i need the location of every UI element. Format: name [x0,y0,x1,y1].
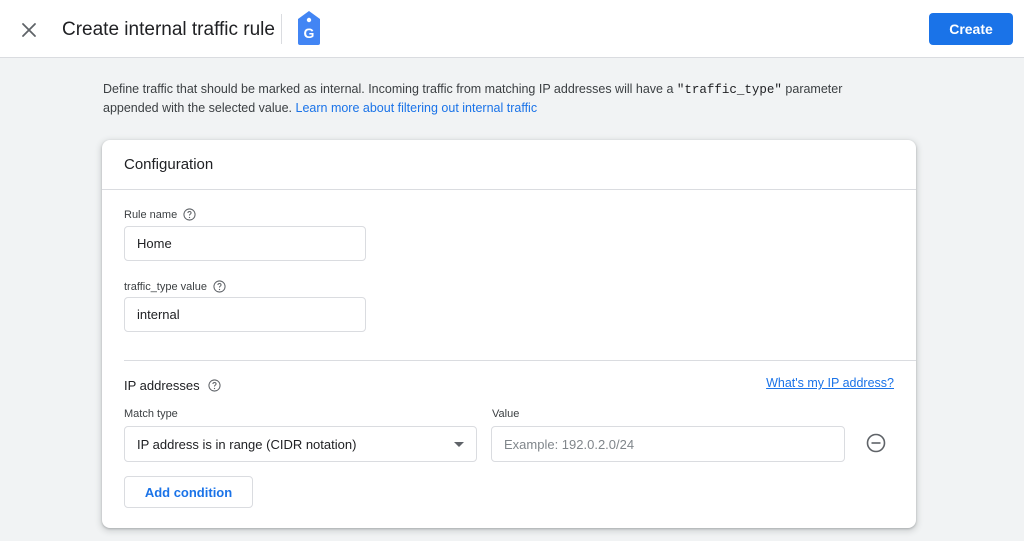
card-title: Configuration [124,156,214,173]
tag-manager-logo-icon: G [298,11,320,45]
rule-name-label: Rule name [124,208,196,221]
match-type-label: Match type [124,408,178,420]
remove-circle-icon[interactable] [866,433,886,453]
header-divider [281,14,282,44]
top-app-bar: Create internal traffic rule G Create [0,0,1024,58]
ip-value-input[interactable] [491,426,845,462]
help-icon[interactable] [183,208,196,221]
traffic-type-label-text: traffic_type value [124,280,207,293]
help-icon[interactable] [213,280,226,293]
match-type-value: IP address is in range (CIDR notation) [137,436,357,452]
intro-code: "traffic_type" [676,83,782,97]
traffic-type-input[interactable] [124,297,366,332]
configuration-card: Configuration Rule name traffic_type val… [102,140,916,528]
intro-description: Define traffic that should be marked as … [103,80,893,117]
ip-addresses-title: IP addresses [124,378,221,393]
learn-more-link[interactable]: Learn more about filtering out internal … [296,101,538,115]
section-divider [124,360,916,361]
intro-text: Define traffic that should be marked as … [103,82,677,96]
add-condition-button[interactable]: Add condition [124,476,253,508]
page-title: Create internal traffic rule [62,19,275,40]
tag-logo-letter: G [304,25,315,41]
rule-name-label-text: Rule name [124,208,178,221]
close-icon[interactable] [17,18,41,42]
value-label: Value [492,408,520,420]
match-type-select[interactable]: IP address is in range (CIDR notation) [124,426,477,462]
whats-my-ip-link[interactable]: What's my IP address? [766,376,894,390]
create-button[interactable]: Create [929,13,1013,45]
help-icon[interactable] [208,379,221,392]
ip-addresses-title-text: IP addresses [124,378,200,393]
traffic-type-label: traffic_type value [124,280,226,293]
card-divider [102,189,916,190]
chevron-down-icon [454,442,464,447]
rule-name-input[interactable] [124,226,366,261]
